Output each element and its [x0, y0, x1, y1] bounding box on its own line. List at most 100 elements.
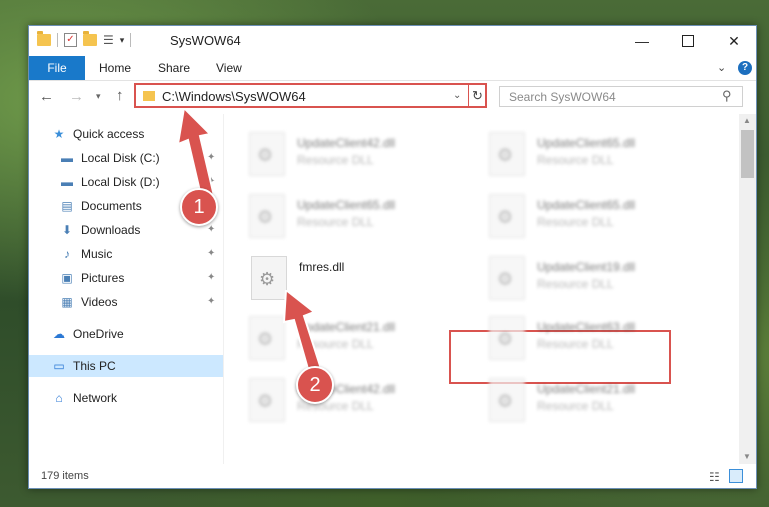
dll-file-icon: ⚙ — [249, 132, 285, 176]
tab-share[interactable]: Share — [158, 56, 190, 80]
sidebar-item-videos[interactable]: ▦ Videos ✦ — [59, 291, 219, 313]
back-button[interactable]: ← — [39, 88, 54, 105]
tab-home[interactable]: Home — [99, 56, 131, 80]
close-button[interactable]: ✕ — [711, 26, 757, 56]
sidebar-item-label: Network — [73, 391, 118, 405]
file-item[interactable]: ⚙ UpdateClient42.dll Resource DLL — [249, 130, 474, 180]
toolbar-divider — [57, 33, 58, 47]
dll-file-icon: ⚙ — [249, 194, 285, 238]
scroll-thumb[interactable] — [741, 130, 754, 178]
folder-icon — [143, 91, 155, 101]
file-type: Resource DLL — [537, 399, 614, 413]
sidebar-item-label: Quick access — [73, 127, 145, 141]
dll-file-icon: ⚙ — [489, 194, 525, 238]
search-input[interactable]: Search SysWOW64 ⚲ — [499, 86, 743, 107]
sidebar-item-onedrive[interactable]: ☁ OneDrive — [51, 323, 124, 345]
gear-icon: ⚙ — [257, 391, 274, 411]
refresh-button[interactable]: ↻ — [468, 85, 486, 106]
window-title: SysWOW64 — [170, 33, 241, 48]
maximize-button[interactable] — [665, 26, 711, 56]
sidebar-item-network[interactable]: ⌂ Network — [51, 387, 117, 409]
file-item[interactable]: ⚙ UpdateClient63.dll Resource DLL — [489, 314, 714, 364]
sidebar-item-label: Pictures — [81, 271, 125, 285]
folder-icon — [37, 31, 51, 46]
download-icon: ⬇ — [61, 223, 73, 237]
pin-icon: ✦ — [207, 272, 216, 283]
expand-ribbon-icon[interactable]: ⌄ — [717, 61, 726, 74]
sidebar-item-this-pc[interactable]: ▭ This PC — [29, 355, 223, 377]
address-dropdown-icon[interactable]: ⌄ — [453, 90, 461, 101]
large-icons-view-icon[interactable] — [729, 469, 743, 483]
gear-icon: ⚙ — [497, 269, 514, 289]
sidebar-item-label: Music — [81, 247, 113, 261]
file-name: UpdateClient21.dll — [537, 382, 636, 396]
videos-icon: ▦ — [61, 295, 73, 309]
customize-toolbar-chevron-icon[interactable]: ▾ — [120, 35, 125, 46]
file-type: Resource DLL — [537, 153, 614, 167]
file-list: ⚙ UpdateClient42.dll Resource DLL ⚙ UpdateCl… — [229, 114, 739, 464]
file-type: Resource DLL — [297, 153, 374, 167]
file-name: UpdateClient63.dll — [537, 320, 636, 334]
file-item[interactable]: ⚙ UpdateClient65.dll Resource DLL — [249, 192, 474, 242]
sidebar-item-pictures[interactable]: ▣ Pictures ✦ — [59, 267, 219, 289]
help-icon[interactable]: ? — [738, 61, 752, 75]
sidebar-item-label: Videos — [81, 295, 118, 309]
file-item[interactable]: ⚙ UpdateClient65.dll Resource DLL — [489, 130, 714, 180]
vertical-scrollbar[interactable]: ▲ ▼ — [739, 114, 756, 464]
sidebar-item-music[interactable]: ♪ Music ✦ — [59, 243, 219, 265]
gear-icon: ⚙ — [257, 145, 274, 165]
minimize-button[interactable]: — — [619, 26, 665, 56]
gear-icon: ⚙ — [257, 207, 274, 227]
sidebar-item-quick-access[interactable]: ★ Quick access — [51, 123, 145, 145]
sidebar-item-label: Downloads — [81, 223, 141, 237]
details-view-icon[interactable]: ☷ — [709, 470, 720, 484]
scroll-up-icon[interactable]: ▲ — [743, 116, 751, 125]
pictures-icon: ▣ — [61, 271, 73, 285]
gear-icon: ⚙ — [257, 329, 274, 349]
address-row: ← → ▾ ↑ C:\Windows\SysWOW64 ⌄ ↻ Search S… — [29, 81, 756, 113]
scroll-down-icon[interactable]: ▼ — [743, 452, 751, 461]
dll-file-icon: ⚙ — [489, 132, 525, 176]
tab-file[interactable]: File — [29, 56, 85, 80]
file-name: fmres.dll — [299, 260, 345, 274]
file-type: Resource DLL — [297, 215, 374, 229]
forward-button[interactable]: → — [69, 88, 84, 105]
gear-icon: ⚙ — [497, 207, 514, 227]
gear-icon: ⚙ — [497, 145, 514, 165]
file-item[interactable]: ⚙ UpdateClient19.dll Resource DLL — [489, 254, 714, 304]
file-type: Resource DLL — [537, 215, 614, 229]
up-button[interactable]: ↑ — [116, 87, 124, 104]
properties-icon[interactable]: ☰ — [103, 33, 114, 47]
file-type: Resource DLL — [537, 277, 614, 291]
file-name: UpdateClient65.dll — [537, 136, 636, 150]
dll-file-icon: ⚙ — [489, 378, 525, 422]
cloud-icon: ☁ — [53, 327, 65, 341]
file-explorer-window: ✓ ☰ ▾ SysWOW64 — ✕ File Home Share View … — [28, 25, 757, 489]
file-name: UpdateClient65.dll — [537, 198, 636, 212]
quick-access-toolbar: ✓ ☰ ▾ — [37, 31, 132, 47]
sidebar-item-label: Local Disk (C:) — [81, 151, 160, 165]
address-path[interactable]: C:\Windows\SysWOW64 — [162, 89, 306, 104]
dll-file-icon: ⚙ — [489, 316, 525, 360]
file-name: UpdateClient42.dll — [297, 136, 396, 150]
file-item[interactable]: ⚙ UpdateClient21.dll Resource DLL — [489, 376, 714, 426]
search-icon[interactable]: ⚲ — [722, 88, 732, 104]
toolbar-divider — [130, 33, 132, 47]
address-bar[interactable]: C:\Windows\SysWOW64 ⌄ ↻ — [134, 83, 487, 108]
sidebar-item-label: OneDrive — [73, 327, 124, 341]
tab-view[interactable]: View — [216, 56, 242, 80]
network-icon: ⌂ — [55, 391, 63, 405]
recent-locations-chevron-icon[interactable]: ▾ — [96, 91, 101, 102]
properties-check-icon[interactable]: ✓ — [64, 33, 77, 47]
search-placeholder: Search SysWOW64 — [509, 90, 616, 104]
title-bar: ✓ ☰ ▾ SysWOW64 — ✕ — [29, 26, 756, 56]
status-bar: 179 items ☷ — [29, 464, 756, 488]
gear-icon: ⚙ — [497, 329, 514, 349]
drive-icon: ▬ — [61, 175, 73, 189]
pin-icon: ✦ — [207, 248, 216, 259]
documents-icon: ▤ — [61, 199, 73, 213]
new-folder-icon[interactable] — [83, 31, 97, 46]
computer-icon: ▭ — [53, 359, 65, 373]
file-item[interactable]: ⚙ UpdateClient65.dll Resource DLL — [489, 192, 714, 242]
sidebar-item-label: Local Disk (D:) — [81, 175, 160, 189]
